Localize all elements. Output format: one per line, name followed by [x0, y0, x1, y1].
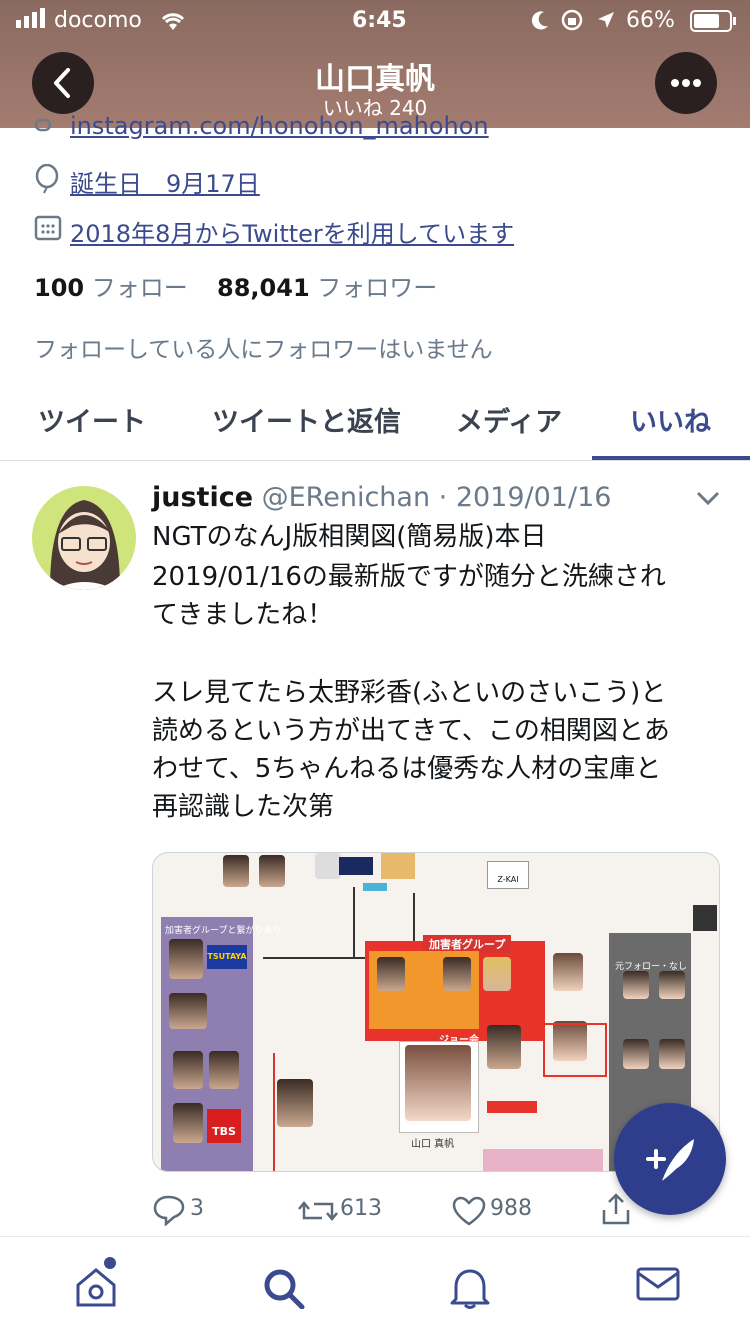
notification-dot	[104, 1257, 116, 1269]
profile-header: docomo 6:45 66% 山口真帆 いいね 240	[0, 0, 750, 128]
image-line	[353, 887, 355, 957]
compose-button[interactable]	[614, 1103, 726, 1215]
image-face	[659, 1039, 685, 1069]
following-count[interactable]: 100	[34, 274, 84, 302]
moon-icon	[530, 10, 550, 36]
image-face	[405, 1045, 471, 1121]
image-face	[623, 1039, 649, 1069]
rotation-lock-icon	[560, 8, 584, 36]
followers-count[interactable]: 88,041	[217, 274, 310, 302]
tab-likes[interactable]: いいね	[630, 400, 711, 439]
avatar-illustration	[50, 500, 120, 590]
chevron-down-icon[interactable]	[694, 488, 722, 512]
joined-date: 2018年8月からTwitterを利用しています	[70, 220, 515, 248]
tab-tweets-replies[interactable]: ツイートと返信	[212, 400, 401, 439]
carrier-label: docomo	[54, 8, 142, 33]
search-icon[interactable]	[262, 1267, 306, 1313]
image-tbs: TBS	[207, 1109, 241, 1143]
image-face	[277, 1079, 313, 1127]
image-face	[173, 1103, 203, 1143]
image-line	[263, 957, 373, 959]
following-label[interactable]: フォロー	[92, 274, 188, 302]
birthday-label: 誕生日 9月17日	[70, 170, 260, 198]
bell-icon[interactable]	[450, 1267, 490, 1313]
retweet-count: 613	[340, 1196, 382, 1221]
image-line	[273, 1053, 275, 1171]
battery-icon	[690, 10, 738, 36]
follow-stats: 100 フォロー 88,041 フォロワー	[34, 268, 437, 303]
tweet-line: スレ見てたら太野彩香(ふといのさいこう)と	[152, 678, 667, 708]
image-face	[315, 853, 341, 879]
tweet-author-name[interactable]: justice	[152, 482, 253, 513]
more-icon	[671, 79, 701, 87]
tab-tweets[interactable]: ツイート	[38, 400, 146, 439]
profile-link[interactable]: instagram.com/honohon_mahohon	[70, 112, 489, 140]
image-block	[381, 853, 415, 879]
clock: 6:45	[352, 8, 407, 33]
image-block	[543, 1023, 607, 1077]
image-face	[483, 957, 511, 991]
home-icon[interactable]	[74, 1267, 118, 1311]
tab-media[interactable]: メディア	[456, 400, 562, 439]
followers-label[interactable]: フォロワー	[317, 274, 437, 302]
tweet-line: 再認識した次第	[152, 792, 335, 822]
avatar[interactable]	[32, 486, 136, 590]
mail-icon[interactable]	[636, 1267, 680, 1307]
more-button[interactable]	[655, 52, 717, 114]
retweet-icon[interactable]	[298, 1196, 338, 1230]
followers-you-know: フォローしている人にフォロワーはいません	[34, 337, 493, 363]
image-face	[623, 971, 649, 999]
image-face	[223, 855, 249, 887]
reply-count: 3	[190, 1196, 204, 1221]
tweet-line: てきましたね！	[152, 600, 334, 630]
image-block	[693, 905, 717, 931]
image-face	[169, 993, 207, 1029]
image-face	[443, 957, 471, 991]
image-block	[483, 1149, 603, 1171]
image-zkai: Z-KAI	[487, 861, 529, 889]
image-face	[487, 1025, 521, 1069]
bottom-nav	[0, 1236, 750, 1335]
tweet-meta: @ERenichan · 2019/01/16	[261, 482, 612, 513]
wifi-icon	[160, 12, 186, 36]
image-line	[413, 893, 415, 943]
compose-icon	[646, 1139, 694, 1181]
tweet-header: justice @ERenichan · 2019/01/16	[152, 482, 611, 513]
link-icon	[34, 118, 60, 142]
image-face	[209, 1051, 239, 1089]
like-count: 988	[490, 1196, 532, 1221]
heart-icon[interactable]	[452, 1196, 486, 1230]
image-tsutaya: TSUTAYA	[207, 945, 247, 969]
balloon-icon	[34, 163, 62, 198]
image-face	[553, 953, 583, 991]
battery-percent: 66%	[626, 8, 675, 33]
image-line	[363, 883, 387, 891]
image-block	[339, 857, 373, 875]
tweet-line: 2019/01/16の最新版ですが随分と洗練され	[152, 562, 666, 592]
tweet-line: 読めるという方が出てきて、この相関図とあ	[152, 716, 670, 746]
calendar-icon	[34, 214, 62, 246]
image-face	[169, 939, 203, 979]
tweet-line: わせて、5ちゃんねるは優秀な人材の宝庫と	[152, 754, 662, 784]
image-left-panel-label: 加害者グループと繋がりあり	[165, 926, 282, 936]
tweet-line: NGTのなんJ版相関図(簡易版)本日	[152, 522, 547, 552]
image-victim-label: 山口 真帆	[411, 1139, 455, 1150]
location-icon	[596, 10, 616, 34]
image-block	[487, 1101, 537, 1113]
divider	[0, 460, 750, 461]
image-face	[377, 957, 405, 991]
signal-icon	[16, 8, 50, 34]
image-face	[259, 855, 285, 887]
image-face	[173, 1051, 203, 1089]
reply-icon[interactable]	[152, 1194, 186, 1230]
image-face	[659, 971, 685, 999]
